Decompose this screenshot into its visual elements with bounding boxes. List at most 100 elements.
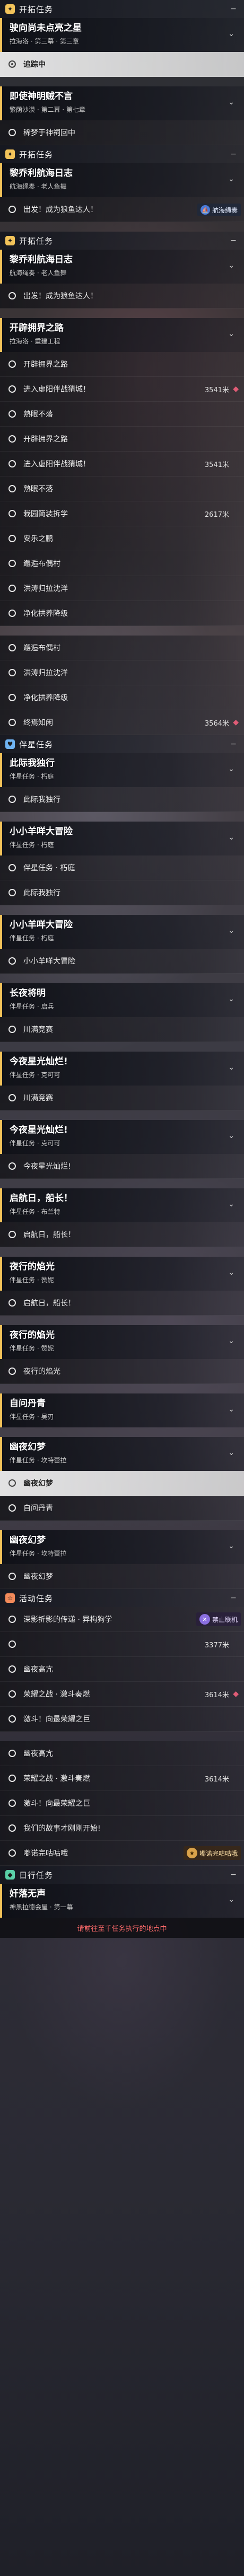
mission-card[interactable]: 夜行的焰光 伴星任务 · 赞妮 ⌄ xyxy=(0,1257,244,1291)
objective-row[interactable]: 荣耀之战 · 激斗奏燃 3614米 xyxy=(0,1766,244,1791)
objective-row[interactable]: 终焉知闲 3564米 ◆ xyxy=(0,710,244,735)
objective-row[interactable]: 幽夜幻梦 xyxy=(0,1564,244,1589)
objective-row[interactable]: 嘟诺完咕咕哦 ★ 嘟诺完咕咕哦 xyxy=(0,1841,244,1866)
category-header[interactable]: ◆ 日行任务 − xyxy=(0,1866,244,1884)
category-icon: ☆ xyxy=(5,1593,15,1603)
objective-row[interactable]: 邂逅布偶村 xyxy=(0,551,244,576)
mission-card[interactable]: 小小羊咩大冒险 伴星任务 · 朽庭 ⌄ xyxy=(0,822,244,855)
mission-card[interactable]: 开辟拥界之路 拉海洛 · 重建工程 ⌄ xyxy=(0,318,244,352)
category-header[interactable]: ✦ 开拓任务 − xyxy=(0,0,244,18)
mission-card[interactable]: 今夜星光灿烂! 伴星任务 · 克可可 ⌄ xyxy=(0,1052,244,1086)
objective-row[interactable]: 洪涛归拉沈洋 xyxy=(0,576,244,601)
objective-row[interactable]: 荣耀之战 · 激斗奏燃 3614米 ◆ xyxy=(0,1682,244,1707)
objective-row[interactable]: 激斗！向最荣耀之巨 xyxy=(0,1791,244,1816)
mission-card[interactable]: 小小羊咩大冒险 伴星任务 · 朽庭 ⌄ xyxy=(0,915,244,949)
expand-icon[interactable]: ⌄ xyxy=(228,1063,234,1072)
objective-row[interactable]: 幽夜幻梦 xyxy=(0,1471,244,1496)
objective-row[interactable]: 熟眠不落 xyxy=(0,477,244,501)
expand-icon[interactable]: ⌄ xyxy=(228,927,234,935)
mission-card[interactable]: 自问丹青 伴星任务 · 吴刃 ⌄ xyxy=(0,1393,244,1427)
objective-row[interactable]: 此际我独行 xyxy=(0,880,244,905)
objective-row[interactable]: 邂逅布偶村 xyxy=(0,636,244,660)
objective-row[interactable]: 幽夜高亢 xyxy=(0,1657,244,1682)
mission-card[interactable]: 驶向尚未点亮之星 拉海洛 · 第三幕 · 第三章 ⌄ xyxy=(0,18,244,52)
objective-row[interactable]: 启航日，船长！ xyxy=(0,1222,244,1247)
objective-row[interactable]: 净化拱养降级 xyxy=(0,601,244,626)
category-icon: ♥ xyxy=(5,739,15,749)
mission-card[interactable]: 奸落无声 神黑拉德会屋 · 第一幕 ⌄ xyxy=(0,1884,244,1918)
objective-row[interactable]: 夜行的焰光 xyxy=(0,1359,244,1384)
expand-icon[interactable]: ⌄ xyxy=(228,30,234,38)
expand-icon[interactable]: ⌄ xyxy=(228,1337,234,1345)
objective-row[interactable]: 开辟拥界之路 xyxy=(0,427,244,452)
mission-card[interactable]: 此际我独行 伴星任务 · 朽庭 ⌄ xyxy=(0,753,244,787)
mission-card[interactable]: 幽夜幻梦 伴星任务 · 坎特蕾拉 ⌄ xyxy=(0,1530,244,1564)
objective-row[interactable]: 激斗！向最荣耀之巨 xyxy=(0,1707,244,1732)
expand-icon[interactable]: ⌄ xyxy=(228,1449,234,1457)
expand-icon[interactable]: ⌄ xyxy=(228,1200,234,1208)
objective-row[interactable]: 安乐之鹏 xyxy=(0,526,244,551)
expand-icon[interactable]: ⌄ xyxy=(228,175,234,183)
collapse-icon[interactable]: − xyxy=(230,150,237,158)
mission-card[interactable]: 即使神明贼不言 繁荫沙漠 · 第二幕 · 第七章 ⌄ xyxy=(0,86,244,120)
category-header[interactable]: ☆ 活动任务 − xyxy=(0,1589,244,1607)
objective-row[interactable]: 出发！成为狼鱼达人！ xyxy=(0,284,244,308)
category-header[interactable]: ✦ 开拓任务 − xyxy=(0,145,244,163)
expand-icon[interactable]: ⌄ xyxy=(228,1895,234,1904)
expand-icon[interactable]: ⌄ xyxy=(228,330,234,338)
mission-card[interactable]: 幽夜幻梦 伴星任务 · 坎特蕾拉 ⌄ xyxy=(0,1437,244,1471)
objective-row[interactable]: 我们的故事才刚刚开始! xyxy=(0,1816,244,1841)
collapse-icon[interactable]: − xyxy=(230,1594,237,1602)
expand-icon[interactable]: ⌄ xyxy=(228,1542,234,1550)
expand-icon[interactable]: ⌄ xyxy=(228,765,234,773)
objective-text: 激斗！向最荣耀之巨 xyxy=(23,1715,90,1724)
expand-icon[interactable]: ⌄ xyxy=(228,1405,234,1414)
expand-icon[interactable]: ⌄ xyxy=(228,995,234,1003)
collapse-icon[interactable]: − xyxy=(230,1871,237,1879)
collapse-icon[interactable]: − xyxy=(230,5,237,13)
objective-row[interactable]: 川满竞赛 xyxy=(0,1017,244,1042)
objective-row[interactable]: 川满竞赛 xyxy=(0,1086,244,1110)
expand-icon[interactable]: ⌄ xyxy=(228,833,234,842)
mission-card[interactable]: 长夜将明 伴星任务 · 启兵 ⌄ xyxy=(0,983,244,1017)
objective-row[interactable]: 今夜星光灿烂! xyxy=(0,1154,244,1179)
objective-row[interactable]: 净化拱养降级 xyxy=(0,685,244,710)
expand-icon[interactable]: ⌄ xyxy=(228,1132,234,1140)
expand-icon[interactable]: ⌄ xyxy=(228,261,234,270)
objective-row[interactable]: 出发！成为狼鱼达人！ ⛵ 航海绳奏 xyxy=(0,197,244,222)
mission-title: 即使神明贼不言 xyxy=(10,91,73,102)
objective-row[interactable]: 追踪中 xyxy=(0,52,244,77)
mission-card[interactable]: 启航日，船长！ 伴星任务 · 布兰特 ⌄ xyxy=(0,1188,244,1222)
collapse-icon[interactable]: − xyxy=(230,236,237,245)
collapse-icon[interactable]: − xyxy=(230,740,237,748)
category-header[interactable]: ♥ 伴星任务 − xyxy=(0,735,244,753)
mission-card[interactable]: 黎乔利航海日志 航海绳奏 · 老人鱼舞 ⌄ xyxy=(0,250,244,284)
objective-row[interactable]: 洪涛归拉沈洋 xyxy=(0,660,244,685)
objective-text: 我们的故事才刚刚开始! xyxy=(23,1824,101,1833)
objective-row[interactable]: 深影折影的传递 · 异构狗学 ✕ 禁止联机 xyxy=(0,1607,244,1632)
objective-row[interactable]: 此际我独行 xyxy=(0,787,244,812)
objective-status-icon xyxy=(8,610,16,617)
objective-row[interactable]: 自问丹青 xyxy=(0,1496,244,1521)
objective-row[interactable]: 栽园简装拆学 2617米 xyxy=(0,501,244,526)
category-header[interactable]: ✦ 开拓任务 − xyxy=(0,232,244,250)
objective-text: 净化拱养降级 xyxy=(23,610,68,618)
objective-status-icon xyxy=(8,1665,16,1673)
objective-row[interactable]: 进入虚阳伴战猜城！ 3541米 xyxy=(0,452,244,477)
objective-row[interactable]: 稀梦于神祠回中 xyxy=(0,120,244,145)
objective-row[interactable]: 开辟拥界之路 xyxy=(0,352,244,377)
mission-card[interactable]: 黎乔利航海日志 航海绳奏 · 老人鱼舞 ⌄ xyxy=(0,163,244,197)
mission-card[interactable]: 夜行的焰光 伴星任务 · 赞妮 ⌄ xyxy=(0,1325,244,1359)
objective-row[interactable]: 进入虚阳伴战猜城！ 3541米 ◆ xyxy=(0,377,244,402)
objective-row[interactable]: 幽夜高亢 xyxy=(0,1741,244,1766)
objective-row[interactable]: 小小羊咩大冒险 xyxy=(0,949,244,974)
mission-card[interactable]: 今夜星光灿烂! 伴星任务 · 克可可 ⌄ xyxy=(0,1120,244,1154)
objective-text: 洪涛归拉沈洋 xyxy=(23,669,68,677)
objective-row[interactable]: 3377米 xyxy=(0,1632,244,1657)
objective-row[interactable]: 伴星任务 · 朽庭 xyxy=(0,855,244,880)
expand-icon[interactable]: ⌄ xyxy=(228,1268,234,1277)
objective-row[interactable]: 熟眠不落 xyxy=(0,402,244,427)
objective-row[interactable]: 启航日，船长！ xyxy=(0,1291,244,1316)
objective-text: 自问丹青 xyxy=(23,1504,53,1513)
expand-icon[interactable]: ⌄ xyxy=(228,98,234,107)
